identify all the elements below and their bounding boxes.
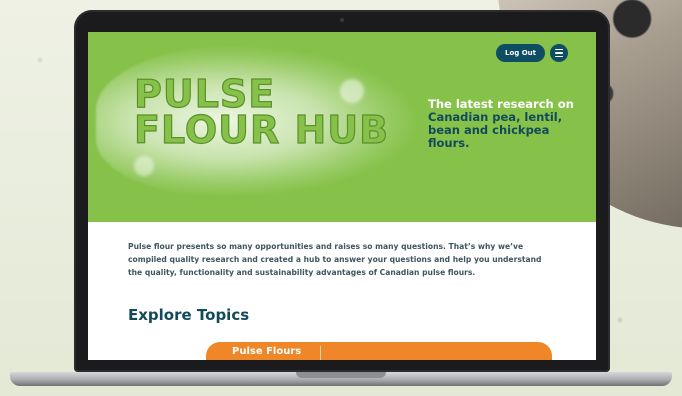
topic-divider [320,346,321,360]
hero-banner: PULSE FLOUR HUB The latest research on C… [88,32,596,222]
menu-bar [555,52,563,54]
browser-viewport: PULSE FLOUR HUB The latest research on C… [88,32,596,360]
hamburger-menu-icon[interactable] [550,44,568,62]
marketing-scene: PULSE FLOUR HUB The latest research on C… [0,0,682,396]
logout-button[interactable]: Log Out [496,44,545,62]
site-logo-title[interactable]: PULSE FLOUR HUB [133,74,389,149]
topic-card-label: Pulse Flours [232,346,302,357]
tagline-rest: Canadian pea, lentil, bean and chickpea … [428,110,563,150]
explore-topics-heading: Explore Topics [128,306,250,324]
laptop-notch [296,372,386,378]
topic-card-pulse-flours[interactable]: Pulse Flours [206,342,552,360]
title-line-2: FLOUR HUB [133,108,390,152]
hero-tagline: The latest research on Canadian pea, len… [428,98,578,150]
laptop-lid: PULSE FLOUR HUB The latest research on C… [74,10,610,372]
main-content: Pulse flour presents so many opportuniti… [88,222,596,360]
menu-bar [555,55,563,58]
menu-bar [555,48,563,51]
webcam [340,18,344,22]
intro-paragraph: Pulse flour presents so many opportuniti… [128,242,542,277]
tagline-lead: The latest research on [428,97,574,111]
